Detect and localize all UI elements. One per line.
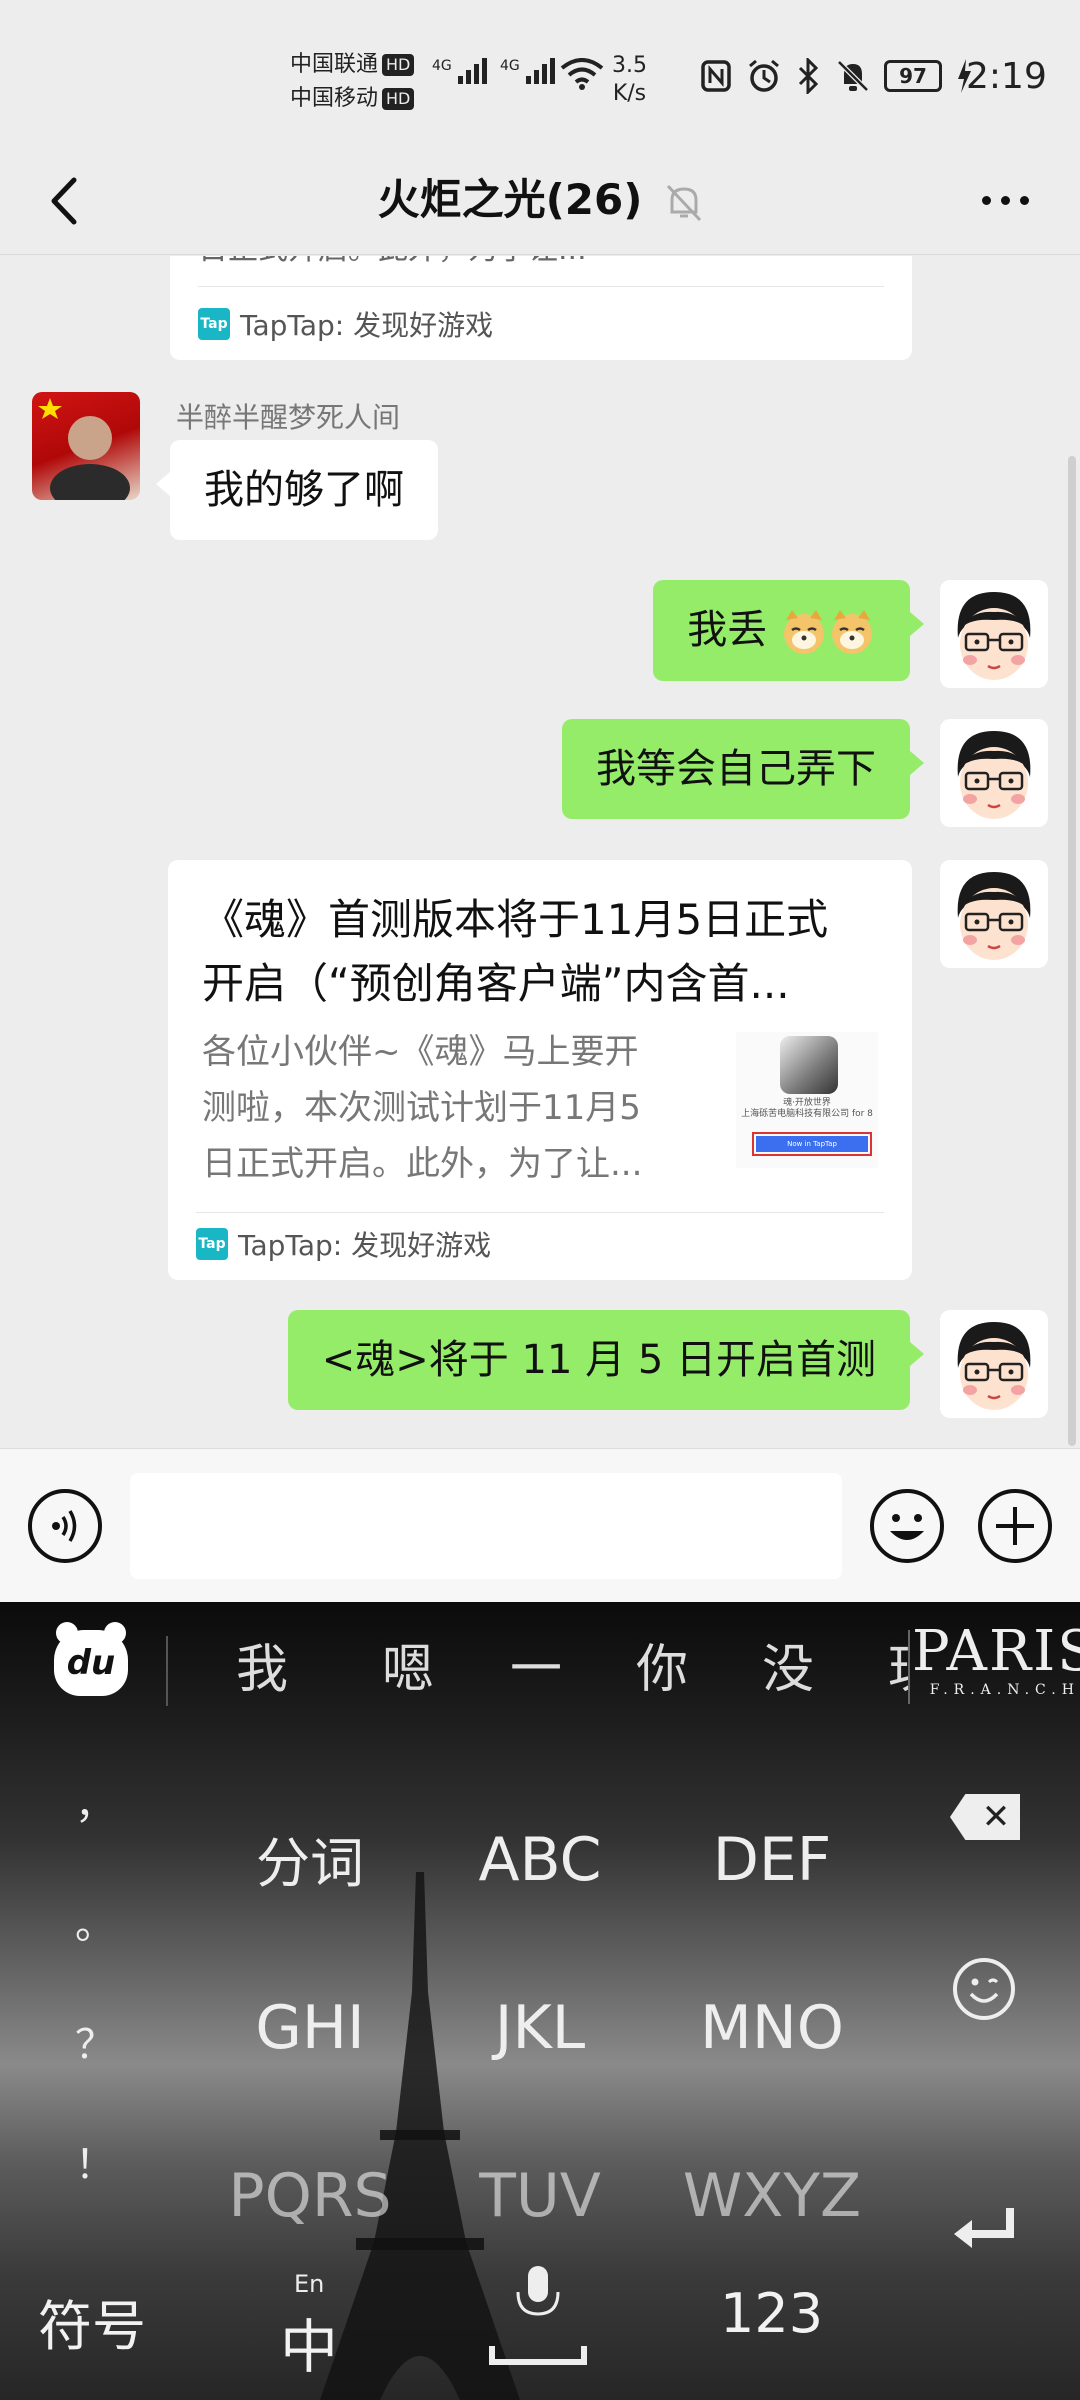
keyboard: du 我 嗯 一 你 没 玩 PARIS F.R.A.N.C.H ， 。 ？ ！… xyxy=(0,1602,1080,2400)
card-source: Tap TapTap: 发现好游戏 xyxy=(196,1224,491,1264)
avatar[interactable] xyxy=(940,1310,1048,1418)
card-description: 各位小伙伴~《魂》马上要开 测啦，本次测试计划于11月5 日正式开启。此外，为了… xyxy=(202,1032,643,1184)
candidate-bar: du 我 嗯 一 你 没 玩 PARIS F.R.A.N.C.H xyxy=(0,1602,1080,1732)
key-language-switch[interactable]: En 中 xyxy=(280,2270,360,2390)
plus-icon[interactable] xyxy=(978,1489,1052,1563)
carrier-1: 中国联通 xyxy=(290,52,379,77)
smiley-icon[interactable] xyxy=(953,1958,1015,2020)
chat-message-list[interactable]: 日正式开启。此外，为了让... TapTapTap: 发现好游戏 半醉半醒梦死人… xyxy=(0,256,1080,1448)
message-bubble[interactable]: 我的够了啊 xyxy=(156,440,438,540)
message-bubble[interactable]: 我丢 xyxy=(653,580,924,681)
taptap-logo-icon: Tap xyxy=(196,1228,228,1260)
du-logo-icon[interactable]: du xyxy=(54,1622,128,1696)
key-numbers[interactable]: 123 xyxy=(720,2282,823,2345)
candidate-word[interactable]: 我 xyxy=(236,1630,288,1710)
enter-icon[interactable] xyxy=(946,2204,1022,2256)
key-tuv[interactable]: TUV xyxy=(420,2156,660,2236)
punct-key-question[interactable]: ？ xyxy=(60,2012,130,2070)
mute-icon xyxy=(837,60,869,92)
candidate-word[interactable]: 你 xyxy=(636,1630,688,1710)
clock: 2:19 xyxy=(966,56,1047,97)
alarm-icon xyxy=(749,59,779,92)
nfc-icon xyxy=(701,60,731,92)
key-def[interactable]: DEF xyxy=(652,1820,892,1900)
doge-emoji-icon xyxy=(832,610,872,654)
key-symbols[interactable]: 符号 xyxy=(38,2282,146,2361)
chat-title: 火炬之光(26) xyxy=(377,175,643,224)
key-mno[interactable]: MNO xyxy=(652,1988,892,2068)
taptap-logo-icon: Tap xyxy=(198,308,230,340)
avatar[interactable] xyxy=(940,860,1048,968)
sender-name: 半醉半醒梦死人间 xyxy=(176,401,401,434)
card-thumbnail: 魂·开放世界 上海砾苦电脑科技有限公司 for 8 Now in TapTap xyxy=(736,1032,878,1168)
avatar[interactable] xyxy=(940,580,1048,688)
candidate-word[interactable]: 一 xyxy=(510,1630,562,1710)
voice-icon[interactable] xyxy=(28,1489,102,1563)
game-logo xyxy=(780,1036,838,1094)
bluetooth-icon xyxy=(798,58,819,94)
key-abc[interactable]: ABC xyxy=(420,1820,660,1900)
carrier-info: 中国联通 HD 中国移动 HD xyxy=(290,48,415,116)
message-bubble[interactable]: 我等会自己弄下 xyxy=(562,719,924,819)
card-snippet: 日正式开启。此外，为了让... xyxy=(198,256,587,264)
key-wxyz[interactable]: WXYZ xyxy=(652,2156,892,2236)
status-bar: 中国联通 HD 中国移动 HD 4G 4G 3.5 K/s 97 2:19 xyxy=(0,0,1080,150)
message-bubble[interactable]: <魂>将于 11 月 5 日开启首测 xyxy=(287,1310,925,1410)
hd-badge: HD xyxy=(382,88,415,110)
candidate-word[interactable]: 玩 xyxy=(888,1630,908,1710)
punct-key-exclaim[interactable]: ！ xyxy=(60,2132,130,2190)
key-pqrs[interactable]: PQRS xyxy=(190,2156,430,2236)
carrier-2: 中国移动 xyxy=(290,86,379,111)
signal-2-icon: 4G xyxy=(500,58,555,84)
chat-scrollbar[interactable] xyxy=(1068,456,1076,1446)
network-speed: 3.5 K/s xyxy=(612,53,647,106)
doge-emoji-icon xyxy=(784,610,824,654)
candidate-word[interactable]: 没 xyxy=(762,1630,814,1710)
wifi-icon xyxy=(560,58,604,90)
microphone-icon xyxy=(489,2266,587,2365)
avatar[interactable] xyxy=(940,719,1048,827)
hd-badge: HD xyxy=(382,54,415,76)
bell-off-icon xyxy=(666,184,702,222)
link-card[interactable]: 《魂》首测版本将于11月5日正式 开启（“预创角客户端”内含首... 各位小伙伴… xyxy=(168,860,912,1280)
battery-indicator: 97 xyxy=(884,60,942,92)
system-icons: 97 xyxy=(700,58,972,94)
punct-key-comma[interactable]: ， xyxy=(60,1772,130,1830)
link-card-partial[interactable]: 日正式开启。此外，为了让... TapTapTap: 发现好游戏 xyxy=(170,256,912,360)
key-fenci[interactable]: 分词 xyxy=(190,1824,430,1904)
key-jkl[interactable]: JKL xyxy=(420,1988,660,2068)
message-input[interactable] xyxy=(130,1473,842,1579)
emoji-icon[interactable] xyxy=(870,1489,944,1563)
more-dots-icon[interactable] xyxy=(970,180,1040,220)
signal-1-icon: 4G xyxy=(432,58,487,84)
avatar[interactable] xyxy=(32,392,140,500)
chat-header: 火炬之光(26) xyxy=(0,150,1080,255)
key-space[interactable] xyxy=(488,2262,588,2372)
card-source: Tap TapTap: 发现好游戏 xyxy=(198,304,493,344)
punct-key-period[interactable]: 。 xyxy=(60,1892,130,1950)
message-input-bar xyxy=(0,1448,1080,1602)
candidate-word[interactable]: 嗯 xyxy=(382,1630,434,1710)
theme-logo: PARIS F.R.A.N.C.H xyxy=(912,1619,1080,1699)
card-title: 《魂》首测版本将于11月5日正式 开启（“预创角客户端”内含首... xyxy=(202,895,829,1008)
key-ghi[interactable]: GHI xyxy=(190,1988,430,2068)
